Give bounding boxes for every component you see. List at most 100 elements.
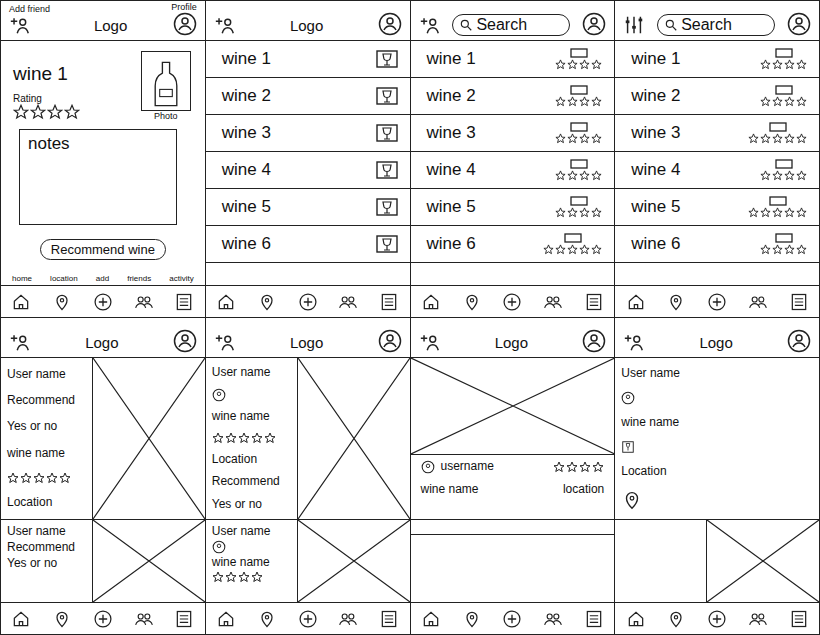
add-friend-icon[interactable] xyxy=(214,14,236,36)
location-pin-icon[interactable] xyxy=(257,609,277,629)
wine-row[interactable]: wine 3 xyxy=(615,115,819,152)
wine-photo[interactable] xyxy=(141,51,191,111)
location-pin-icon[interactable] xyxy=(52,292,72,312)
wine-row[interactable]: wine 1 xyxy=(411,41,615,78)
home-icon[interactable] xyxy=(626,609,646,629)
wine-row[interactable]: wine 1 xyxy=(206,41,410,78)
wine-row[interactable]: wine 1 xyxy=(615,41,819,78)
logo[interactable]: Logo xyxy=(290,17,323,36)
home-icon[interactable] xyxy=(11,609,31,629)
location-pin-icon[interactable] xyxy=(462,292,482,312)
profile-icon[interactable] xyxy=(378,12,402,36)
photo-placeholder[interactable] xyxy=(92,358,205,519)
wine-row[interactable]: wine 4 xyxy=(411,152,615,189)
search-field[interactable]: Search xyxy=(452,14,570,36)
profile-icon[interactable] xyxy=(173,12,197,36)
wine-row[interactable]: wine 4 xyxy=(615,152,819,189)
location-pin-icon[interactable] xyxy=(257,292,277,312)
home-icon[interactable] xyxy=(421,609,441,629)
wine-row[interactable]: wine 6 xyxy=(411,226,615,263)
add-icon[interactable] xyxy=(93,292,113,312)
location-pin-icon[interactable] xyxy=(666,292,686,312)
activity-list-icon[interactable] xyxy=(584,292,604,312)
search-field[interactable]: Search xyxy=(657,14,775,36)
activity-list-icon[interactable] xyxy=(789,292,809,312)
activity-list-icon[interactable] xyxy=(584,609,604,629)
home-icon[interactable] xyxy=(626,292,646,312)
feed-card[interactable]: User namewine nameLocationRecommendYes o… xyxy=(206,358,410,520)
wine-row[interactable]: wine 4 xyxy=(206,152,410,189)
logo[interactable]: Logo xyxy=(495,334,528,353)
feed-card[interactable]: User namewine nameLocation xyxy=(615,358,819,520)
friends-icon[interactable] xyxy=(543,609,563,629)
location-pin-icon[interactable] xyxy=(462,609,482,629)
photo-placeholder[interactable] xyxy=(297,358,410,519)
feed-card[interactable]: User nameRecommendYes or no xyxy=(1,520,205,602)
add-icon[interactable] xyxy=(707,292,727,312)
wine-row[interactable]: wine 2 xyxy=(411,78,615,115)
friends-icon[interactable] xyxy=(543,292,563,312)
notes-field[interactable]: notes xyxy=(19,129,177,225)
feed-card[interactable]: usernamewine namelocation xyxy=(411,358,615,520)
location-pin-icon[interactable] xyxy=(52,609,72,629)
wine-row[interactable]: wine 3 xyxy=(206,115,410,152)
activity-list-icon[interactable] xyxy=(379,609,399,629)
home-icon[interactable] xyxy=(216,292,236,312)
add-friend-icon[interactable] xyxy=(419,14,441,36)
wine-row[interactable]: wine 3 xyxy=(411,115,615,152)
home-icon[interactable] xyxy=(11,292,31,312)
add-friend-icon[interactable] xyxy=(214,331,236,353)
logo[interactable]: Logo xyxy=(290,334,323,353)
activity-list-icon[interactable] xyxy=(379,292,399,312)
wine-row[interactable]: wine 5 xyxy=(411,189,615,226)
wine-row[interactable]: wine 2 xyxy=(615,78,819,115)
add-friend-icon[interactable] xyxy=(9,331,31,353)
add-icon[interactable] xyxy=(502,609,522,629)
add-icon[interactable] xyxy=(298,292,318,312)
profile-icon[interactable] xyxy=(582,329,606,353)
add-friend-icon[interactable] xyxy=(419,331,441,353)
add-friend-icon[interactable] xyxy=(9,14,31,36)
feed-card[interactable] xyxy=(615,520,819,602)
feed-card[interactable]: User namewine name xyxy=(206,520,410,602)
friends-icon[interactable] xyxy=(338,292,358,312)
profile-icon[interactable] xyxy=(582,12,606,36)
activity-list-icon[interactable] xyxy=(174,609,194,629)
friends-icon[interactable] xyxy=(748,292,768,312)
activity-list-icon[interactable] xyxy=(789,609,809,629)
add-icon[interactable] xyxy=(707,609,727,629)
add-friend-icon[interactable] xyxy=(623,331,645,353)
wine-row[interactable]: wine 5 xyxy=(206,189,410,226)
recommend-button[interactable]: Recommend wine xyxy=(40,239,166,260)
filter-icon[interactable] xyxy=(623,14,645,36)
wine-row[interactable]: wine 2 xyxy=(206,78,410,115)
friends-icon[interactable] xyxy=(134,609,154,629)
profile-icon[interactable] xyxy=(787,12,811,36)
wine-row[interactable]: wine 5 xyxy=(615,189,819,226)
home-icon[interactable] xyxy=(421,292,441,312)
profile-icon[interactable] xyxy=(787,329,811,353)
wine-row[interactable]: wine 6 xyxy=(206,226,410,263)
friends-icon[interactable] xyxy=(338,609,358,629)
add-icon[interactable] xyxy=(93,609,113,629)
add-icon[interactable] xyxy=(502,292,522,312)
home-icon[interactable] xyxy=(216,609,236,629)
star-rating[interactable] xyxy=(13,104,80,120)
photo-placeholder[interactable] xyxy=(706,520,819,602)
photo-placeholder[interactable] xyxy=(411,358,615,455)
friends-icon[interactable] xyxy=(748,609,768,629)
profile-icon[interactable] xyxy=(378,329,402,353)
photo-placeholder[interactable] xyxy=(297,520,410,602)
location-pin-icon[interactable] xyxy=(666,609,686,629)
activity-list-icon[interactable] xyxy=(174,292,194,312)
logo[interactable]: Logo xyxy=(85,334,118,353)
feed-card[interactable] xyxy=(411,520,615,602)
photo-placeholder[interactable] xyxy=(92,520,205,602)
logo[interactable]: Logo xyxy=(699,334,732,353)
profile-icon[interactable] xyxy=(173,329,197,353)
friends-icon[interactable] xyxy=(134,292,154,312)
feed-card[interactable]: User nameRecommendYes or nowine nameLoca… xyxy=(1,358,205,520)
add-icon[interactable] xyxy=(298,609,318,629)
wine-row[interactable]: wine 6 xyxy=(615,226,819,263)
logo[interactable]: Logo xyxy=(94,17,127,36)
